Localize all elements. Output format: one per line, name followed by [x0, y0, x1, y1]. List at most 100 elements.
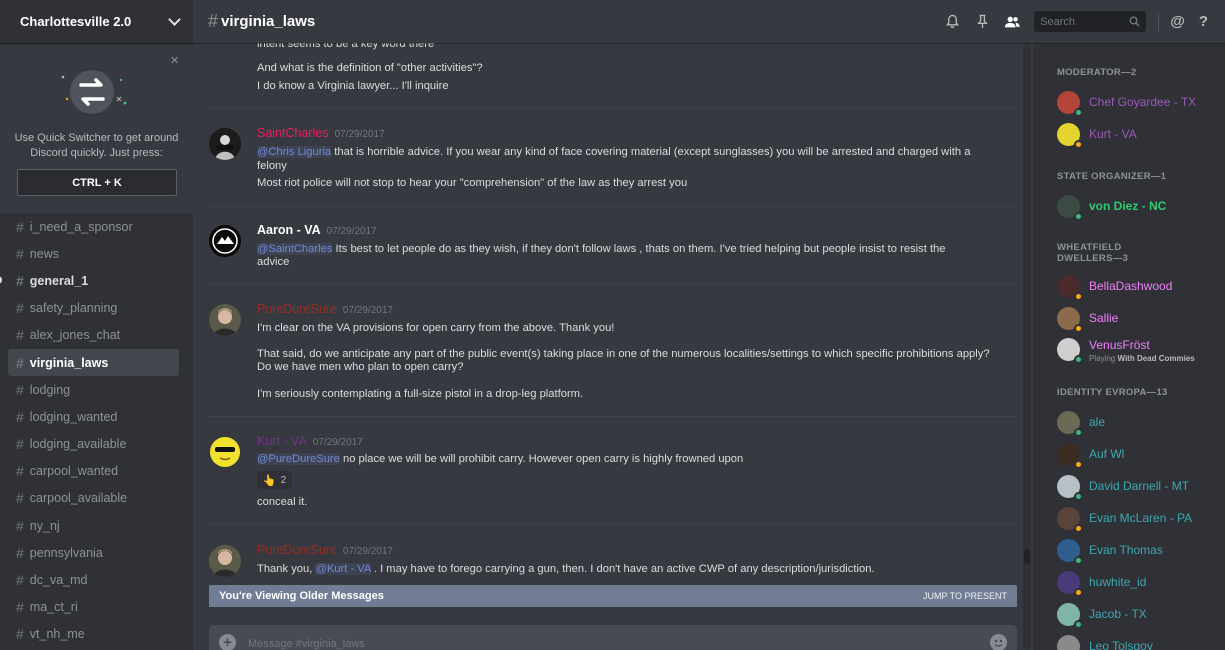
avatar — [1057, 602, 1083, 629]
message-text-run: that is horrible advice. If you wear any… — [331, 146, 971, 158]
member-name: Chef Goyardee - TX — [1089, 95, 1197, 109]
sidebar-item-news[interactable]: # news — [8, 240, 179, 267]
close-icon[interactable]: × — [170, 53, 179, 68]
avatar[interactable] — [209, 304, 241, 336]
sidebar-item-virginia-laws[interactable]: # virginia_laws — [8, 348, 179, 377]
discord-app: Charlottesville 2.0 × Use Quick Switcher… — [0, 0, 1225, 650]
user-mention[interactable]: @SaintCharles — [257, 243, 333, 255]
sidebar-item-dc-va-md[interactable]: # dc_va_md — [8, 566, 179, 593]
members-icon[interactable] — [1004, 14, 1020, 30]
sidebar-item-lodging-available[interactable]: # lodging_available — [8, 431, 179, 458]
message-scrollbar[interactable] — [1023, 43, 1031, 650]
message-author[interactable]: SaintCharles — [257, 126, 329, 140]
message-header: PureDureSure 07/29/2017 — [257, 543, 393, 557]
avatar — [1057, 634, 1080, 650]
member-item[interactable]: Sallie — [1057, 304, 1222, 333]
member-item[interactable]: huwhite_id — [1057, 568, 1222, 597]
member-item[interactable]: Kurt - VA — [1057, 120, 1222, 149]
status-indicator — [1074, 139, 1083, 149]
channel-label: alex_jones_chat — [29, 328, 121, 343]
member-name: Kurt - VA — [1089, 127, 1137, 141]
member-item[interactable]: Evan McLaren - PA — [1057, 504, 1222, 533]
member-name: ale — [1089, 415, 1106, 429]
member-item[interactable]: Chef Goyardee - TX — [1057, 88, 1222, 117]
jump-to-present-button[interactable]: JUMP TO PRESENT — [923, 591, 1007, 601]
help-icon[interactable]: ? — [1199, 13, 1208, 30]
user-mention[interactable]: @Chris Liguria — [257, 146, 332, 158]
message-author[interactable]: Aaron - VA — [257, 223, 321, 237]
hash-icon: # — [16, 544, 24, 561]
avatar[interactable] — [209, 545, 241, 577]
reaction[interactable]: 👆 2 — [257, 471, 292, 489]
avatar — [1057, 122, 1083, 149]
channel-label: general_1 — [29, 273, 89, 288]
message-text: Do we have men who plan to open carry? — [257, 361, 464, 373]
member-item[interactable]: Jacob - TX — [1057, 600, 1222, 629]
message-divider — [209, 524, 1017, 525]
hash-icon: # — [208, 11, 219, 31]
member-item[interactable]: Evan Thomas — [1057, 536, 1222, 565]
user-mention[interactable]: @Kurt - VA — [315, 563, 371, 575]
member-group-header: STATE ORGANIZER—1 — [1057, 171, 1167, 182]
message-input[interactable] — [248, 634, 990, 650]
avatar[interactable] — [209, 225, 241, 257]
member-item[interactable]: Auf Wl — [1057, 440, 1222, 469]
sidebar-item-alex-jones-chat[interactable]: # alex_jones_chat — [8, 322, 179, 349]
member-name: huwhite_id — [1089, 575, 1147, 589]
sidebar-item-vt-nh-me[interactable]: # vt_nh_me — [8, 621, 179, 648]
server-header[interactable]: Charlottesville 2.0 — [0, 0, 193, 43]
sidebar-item-pennsylvania[interactable]: # pennsylvania — [8, 539, 179, 566]
channel-label: safety_planning — [29, 301, 118, 316]
message-author[interactable]: PureDureSure — [257, 302, 337, 316]
message-timestamp: 07/29/2017 — [342, 305, 393, 316]
sidebar-item-i-need-a-sponsor[interactable]: # i_need_a_sponsor — [8, 213, 179, 240]
avatar — [1057, 274, 1083, 301]
channel-title-text: virginia_laws — [221, 13, 316, 30]
message-text: That said, do we anticipate any part of … — [257, 348, 990, 360]
member-name: Sallie — [1089, 311, 1119, 325]
header-toolbar: @ ? — [937, 0, 1215, 43]
emoji-icon[interactable] — [990, 633, 1007, 650]
member-item[interactable]: David Darnell - MT — [1057, 472, 1222, 501]
hash-icon: # — [16, 490, 24, 507]
message-author[interactable]: Kurt - VA — [257, 434, 307, 448]
member-item[interactable]: Leo Tolsgoy — [1057, 632, 1222, 650]
avatar[interactable] — [209, 436, 241, 468]
search-input[interactable] — [1040, 15, 1121, 28]
message-composer: + — [209, 625, 1017, 650]
sidebar-item-carpool-available[interactable]: # carpool_available — [8, 485, 179, 512]
avatar[interactable] — [209, 128, 241, 160]
hash-icon: # — [16, 327, 24, 344]
search-box[interactable] — [1034, 11, 1147, 32]
upload-icon[interactable]: + — [219, 633, 236, 650]
bell-icon[interactable] — [944, 14, 960, 30]
scrollbar-thumb[interactable] — [1024, 549, 1030, 564]
user-mention[interactable]: @PureDureSure — [257, 453, 340, 465]
quick-switcher-arrows-icon — [61, 70, 127, 114]
sidebar-item-ma-ct-ri[interactable]: # ma_ct_ri — [8, 594, 179, 621]
avatar — [1057, 90, 1083, 117]
sidebar-item-safety-planning[interactable]: # safety_planning — [8, 295, 179, 322]
channel-label: i_need_a_sponsor — [29, 219, 133, 234]
chevron-down-icon[interactable] — [168, 13, 181, 26]
older-messages-bar: You're Viewing Older Messages JUMP TO PR… — [209, 585, 1017, 607]
sidebar-item-carpool-wanted[interactable]: # carpool_wanted — [8, 458, 179, 485]
at-icon[interactable]: @ — [1170, 13, 1185, 30]
message-divider — [209, 416, 1017, 417]
message-list: intent seems to be a key word there And … — [193, 43, 1033, 650]
server-name: Charlottesville 2.0 — [20, 14, 132, 29]
member-name: Leo Tolsgoy — [1089, 639, 1153, 650]
member-item[interactable]: BellaDashwood — [1057, 272, 1222, 301]
member-item[interactable]: von Diez - NC — [1057, 192, 1222, 221]
sidebar-item-general-1[interactable]: # general_1 — [0, 267, 179, 294]
sidebar-item-lodging[interactable]: # lodging — [8, 376, 179, 403]
member-item[interactable]: ale — [1057, 408, 1222, 437]
member-item[interactable]: VenusFröst Playing With Dead Commies — [1057, 335, 1222, 364]
message-divider — [209, 283, 1017, 284]
sidebar-item-lodging-wanted[interactable]: # lodging_wanted — [8, 403, 179, 430]
message-author[interactable]: PureDureSure — [257, 543, 337, 557]
pin-icon[interactable] — [974, 14, 990, 30]
message-divider — [209, 108, 1017, 109]
channel-sidebar: Charlottesville 2.0 × Use Quick Switcher… — [0, 0, 193, 650]
sidebar-item-ny-nj[interactable]: # ny_nj — [8, 512, 179, 539]
